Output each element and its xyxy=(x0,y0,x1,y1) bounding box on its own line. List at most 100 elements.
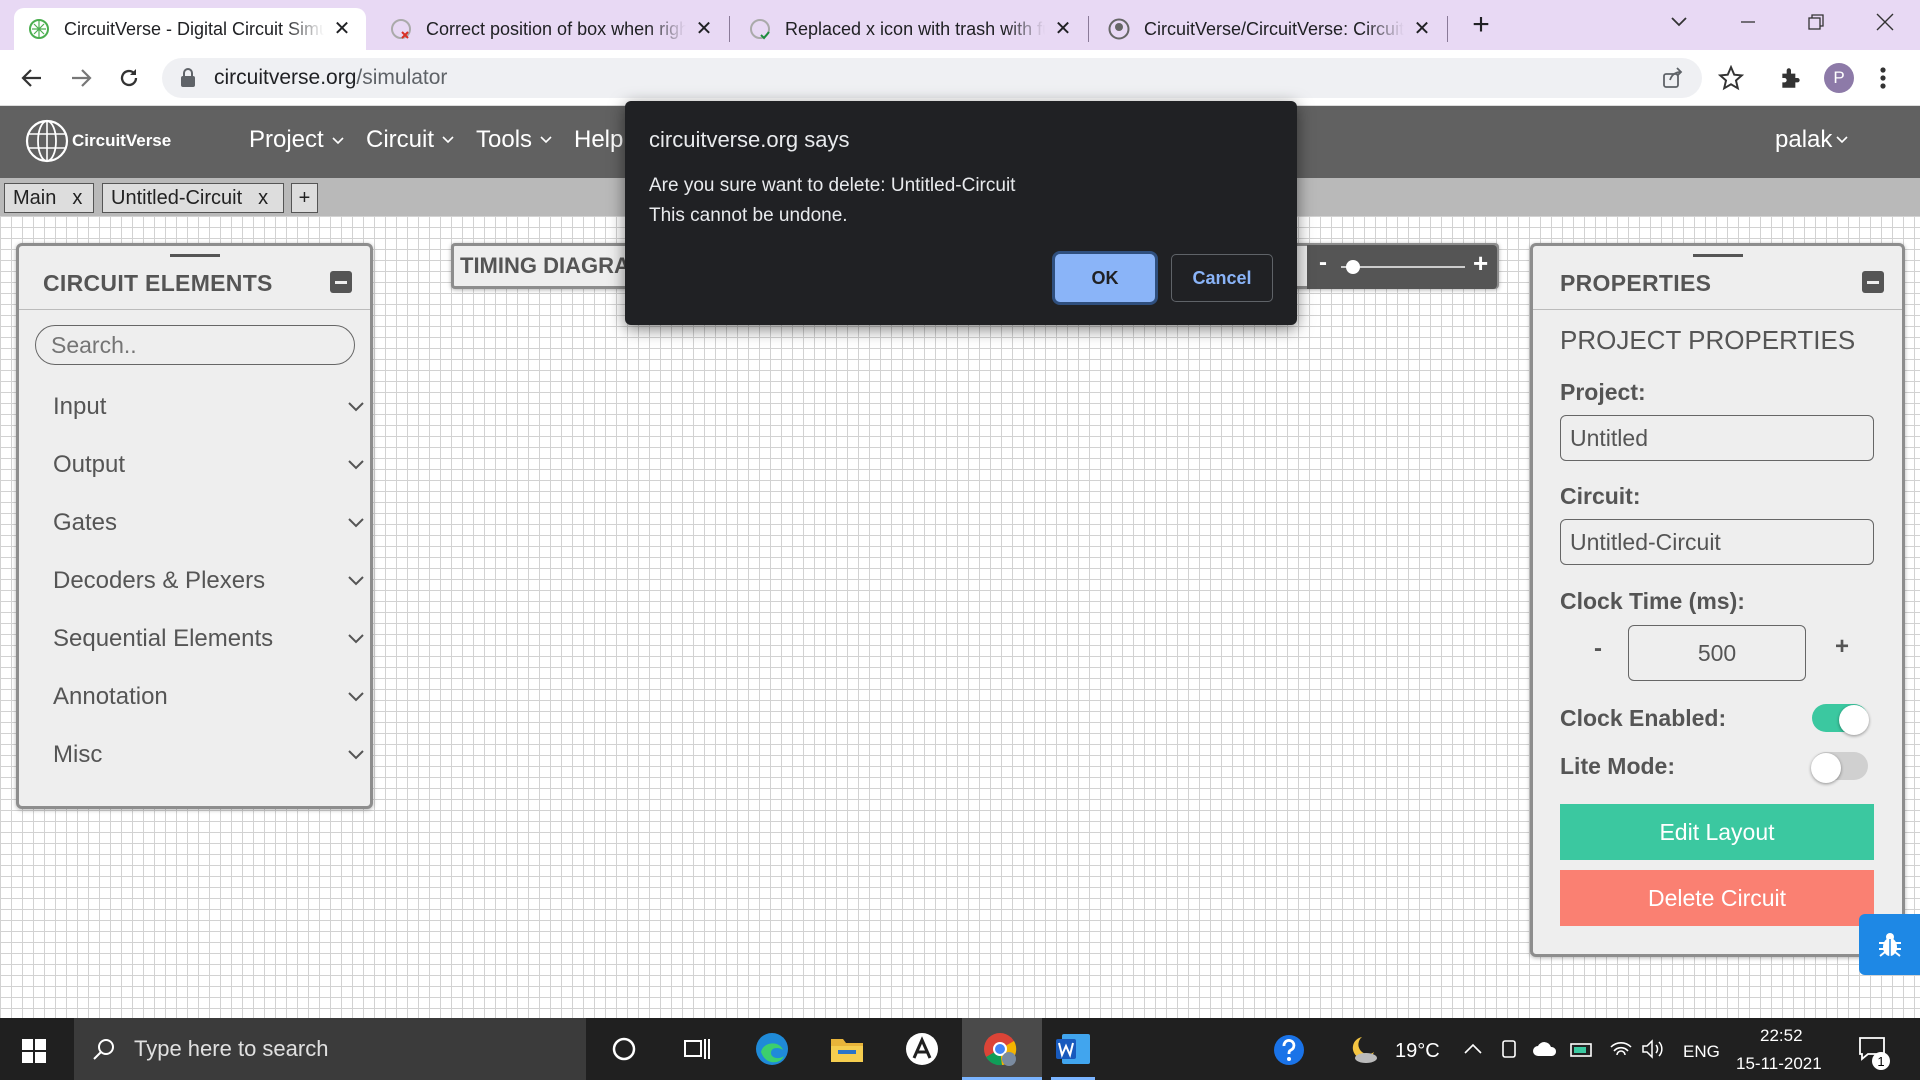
chevron-up-icon[interactable] xyxy=(1464,1042,1482,1054)
battery-icon[interactable] xyxy=(1570,1039,1596,1059)
project-label: Project: xyxy=(1560,379,1646,405)
confirm-dialog: circuitverse.org says Are you sure want … xyxy=(625,101,1297,325)
forward-button[interactable] xyxy=(65,62,97,94)
tab-title: Correct position of box when right click… xyxy=(426,18,686,39)
clock-time-input[interactable]: 500 xyxy=(1628,625,1806,681)
cortana-icon[interactable] xyxy=(605,1030,643,1068)
zoom-slider-knob[interactable] xyxy=(1346,260,1361,274)
new-tab-button[interactable]: + xyxy=(1466,10,1496,40)
minimize-panel-icon[interactable] xyxy=(330,271,352,293)
element-group-item[interactable]: Sequential Elements xyxy=(53,625,365,653)
restore-icon xyxy=(1808,14,1824,30)
chevron-down-icon xyxy=(332,137,344,145)
browser-tab-3[interactable]: Replaced x icon with trash with function… xyxy=(735,8,1087,50)
elements-search-input[interactable] xyxy=(35,325,355,365)
browser-toolbar: circuitverse.org/simulator P xyxy=(0,50,1920,106)
clock-time-label: Clock Time (ms): xyxy=(1560,588,1745,614)
element-group-item[interactable]: Input xyxy=(53,393,365,421)
weather-moon-icon[interactable] xyxy=(1348,1034,1380,1064)
element-group-item[interactable]: Gates xyxy=(53,509,365,537)
wifi-icon[interactable] xyxy=(1609,1039,1633,1059)
clock-date[interactable]: 15-11-2021 xyxy=(1736,1054,1822,1074)
chevron-down-icon xyxy=(348,634,364,644)
project-name-input[interactable]: Untitled xyxy=(1560,415,1874,461)
tab-close-icon[interactable]: ✕ xyxy=(694,19,714,39)
report-bug-button[interactable] xyxy=(1859,914,1920,975)
app-launcher-icon[interactable] xyxy=(903,1030,941,1068)
reload-icon xyxy=(120,69,138,87)
menu-project[interactable]: Project xyxy=(249,126,344,154)
more-vert-icon[interactable] xyxy=(1880,66,1886,90)
edit-layout-button[interactable]: Edit Layout xyxy=(1560,804,1874,860)
input-language[interactable]: ENG xyxy=(1683,1042,1720,1062)
extensions-puzzle-icon[interactable] xyxy=(1778,65,1804,91)
tab-close-icon[interactable]: ✕ xyxy=(332,19,352,39)
browser-tab-4[interactable]: CircuitVerse/CircuitVerse: CircuitVerse … xyxy=(1094,8,1446,50)
minimize-button[interactable] xyxy=(1715,0,1781,44)
dialog-ok-button[interactable]: OK xyxy=(1055,254,1155,302)
restore-button[interactable] xyxy=(1783,0,1849,44)
tab-close-icon[interactable]: ✕ xyxy=(1412,19,1432,39)
file-explorer-icon[interactable] xyxy=(828,1030,866,1068)
delete-circuit-button[interactable]: Delete Circuit xyxy=(1560,870,1874,926)
lock-icon xyxy=(181,68,195,87)
back-button[interactable] xyxy=(16,62,48,94)
search-icon xyxy=(93,1039,114,1060)
tab-close-icon[interactable]: ✕ xyxy=(1053,19,1073,39)
pr-favicon-icon xyxy=(750,19,770,40)
element-group-item[interactable]: Output xyxy=(53,451,365,479)
panel-drag-handle[interactable] xyxy=(169,254,220,257)
tab-search-button[interactable] xyxy=(1646,0,1712,44)
address-bar[interactable]: circuitverse.org/simulator xyxy=(162,58,1702,98)
panel-drag-handle[interactable] xyxy=(1692,254,1743,257)
lite-mode-toggle[interactable] xyxy=(1811,752,1868,783)
reload-button[interactable] xyxy=(113,62,145,94)
user-menu[interactable]: palak xyxy=(1775,126,1848,154)
windows-start-icon[interactable] xyxy=(22,1039,46,1063)
circuit-tab-close-icon[interactable]: x xyxy=(258,187,268,210)
taskbar-chrome-active[interactable] xyxy=(962,1018,1042,1080)
circuit-tab-main[interactable]: Main x xyxy=(4,183,94,213)
circuit-tab-close-icon[interactable]: x xyxy=(72,187,82,210)
element-group-item[interactable]: Misc xyxy=(53,741,365,769)
zoom-out-button[interactable]: - xyxy=(1319,249,1327,277)
meet-now-icon[interactable] xyxy=(1500,1039,1520,1059)
menu-circuit[interactable]: Circuit xyxy=(366,126,454,154)
window-close-button[interactable] xyxy=(1852,0,1918,44)
clock-time[interactable]: 22:52 xyxy=(1760,1026,1803,1046)
menu-tools[interactable]: Tools xyxy=(476,126,552,154)
minimize-icon xyxy=(1741,21,1755,23)
star-icon[interactable] xyxy=(1718,65,1744,91)
taskbar-word[interactable] xyxy=(1043,1018,1103,1080)
profile-avatar[interactable]: P xyxy=(1824,63,1854,93)
windows-taskbar: Type here to search 19°C ENG 22:52 15-11… xyxy=(0,1018,1920,1080)
chevron-down-icon xyxy=(1671,17,1687,27)
volume-icon[interactable] xyxy=(1641,1039,1665,1059)
circuit-name-input[interactable]: Untitled-Circuit xyxy=(1560,519,1874,565)
zoom-in-button[interactable]: + xyxy=(1473,248,1488,279)
onedrive-cloud-icon[interactable] xyxy=(1532,1040,1558,1058)
circuit-tab-untitled[interactable]: Untitled-Circuit x xyxy=(102,183,284,213)
circuitverse-logo[interactable]: CircuitVerse xyxy=(24,118,171,164)
element-group-item[interactable]: Annotation xyxy=(53,683,365,711)
taskbar-search-box[interactable]: Type here to search xyxy=(74,1018,586,1080)
chevron-down-icon xyxy=(348,518,364,528)
browser-tab-2[interactable]: Correct position of box when right click… xyxy=(376,8,728,50)
panel-title: PROPERTIES xyxy=(1560,270,1712,296)
add-circuit-tab-button[interactable]: + xyxy=(291,183,318,213)
clock-enabled-toggle[interactable] xyxy=(1812,704,1869,735)
share-icon[interactable] xyxy=(1662,67,1684,89)
timing-zoom-control: - + xyxy=(1307,245,1497,289)
help-question-icon[interactable] xyxy=(1273,1034,1305,1066)
edge-browser-icon[interactable] xyxy=(753,1030,791,1068)
globe-logo-icon xyxy=(25,119,69,163)
minimize-panel-icon[interactable] xyxy=(1862,271,1884,293)
dialog-cancel-button[interactable]: Cancel xyxy=(1171,254,1273,302)
weather-temperature[interactable]: 19°C xyxy=(1395,1040,1440,1063)
clock-decrement-button[interactable]: - xyxy=(1594,635,1602,663)
menu-help[interactable]: Help xyxy=(574,126,623,154)
browser-tab-circuitverse[interactable]: CircuitVerse - Digital Circuit Simulator… xyxy=(14,8,366,50)
clock-increment-button[interactable]: + xyxy=(1835,633,1849,661)
task-view-icon[interactable] xyxy=(678,1030,716,1068)
element-group-item[interactable]: Decoders & Plexers xyxy=(53,567,365,595)
